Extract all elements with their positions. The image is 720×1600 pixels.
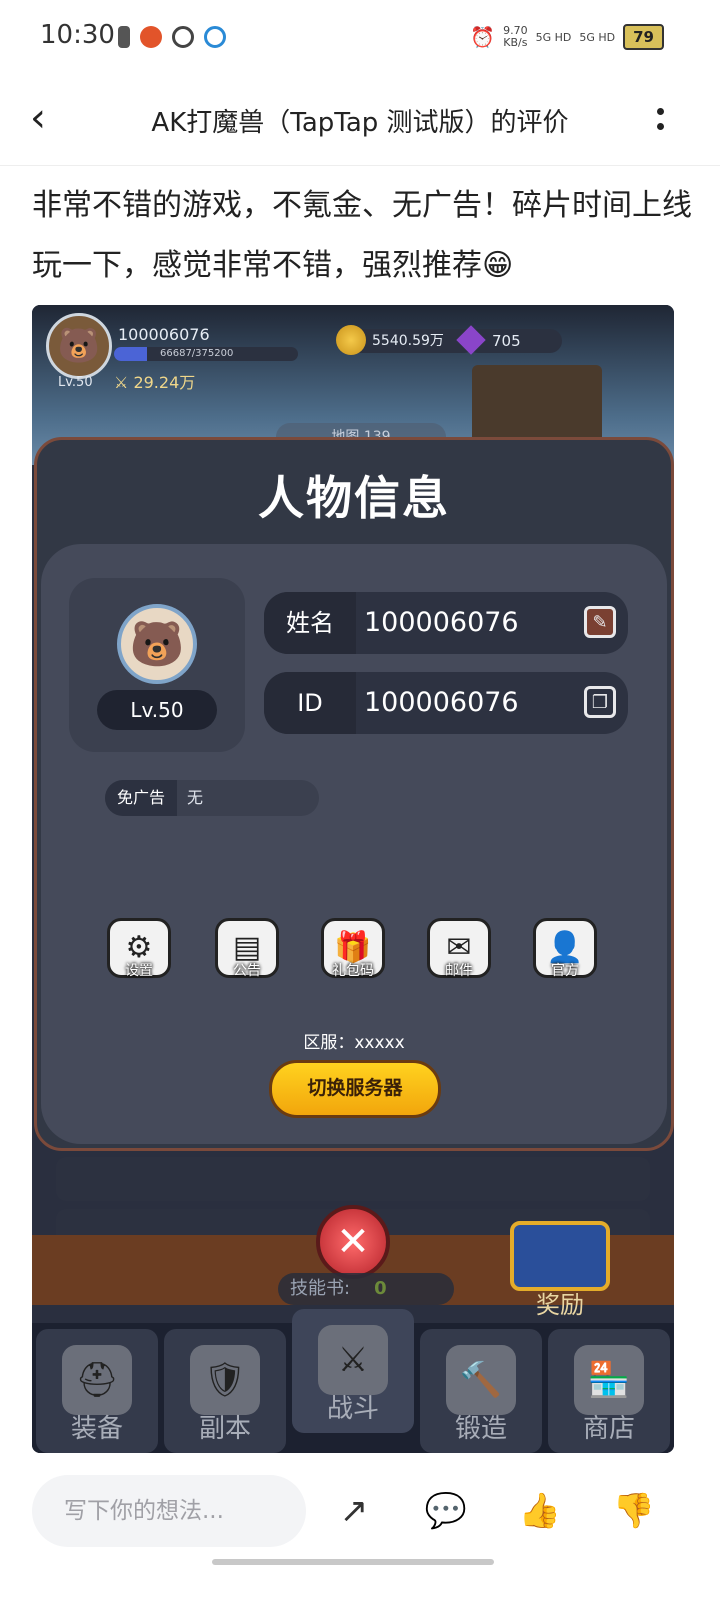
tab-dungeon[interactable]: 🛡 副本 <box>164 1329 286 1453</box>
no-ads-label: 免广告 <box>105 780 177 816</box>
tab-forge[interactable]: 🔨 锻造 <box>420 1329 542 1453</box>
id-field: ID 100006076 ❐ <box>264 672 628 734</box>
comment-input[interactable] <box>32 1475 306 1547</box>
close-button[interactable]: ✕ <box>316 1205 390 1279</box>
treasure-chest-icon[interactable] <box>510 1221 610 1291</box>
edit-icon[interactable]: ✎ <box>584 606 616 638</box>
home-indicator <box>212 1559 494 1565</box>
profile-avatar: 🐻 <box>117 604 197 684</box>
chevron-left-icon: ‹ <box>30 95 46 141</box>
gold-coin-icon <box>336 325 366 355</box>
bear-icon: 🐻 <box>57 326 101 366</box>
chat-notification-icon <box>204 26 226 48</box>
copy-icon[interactable]: ❐ <box>584 686 616 718</box>
more-dot-icon <box>656 108 664 115</box>
player-level: Lv.50 <box>58 375 93 390</box>
comment-icon[interactable]: 💬 <box>424 1489 468 1533</box>
settings-button[interactable]: ⚙ 设置 <box>103 918 175 990</box>
no-ads-status: 免广告 无 <box>105 780 319 816</box>
net-speed: 9.70 KB/s <box>503 24 528 49</box>
profile-card: 🐻 Lv.50 <box>69 578 245 752</box>
player-avatar: 🐻 <box>46 313 112 379</box>
no-ads-value: 无 <box>187 788 204 807</box>
shop-icon: 🏪 <box>574 1345 644 1415</box>
back-button[interactable]: ‹ <box>30 96 74 140</box>
mail-button[interactable]: ✉ 邮件 <box>423 918 495 990</box>
crossed-swords-icon: ⚔ <box>318 1325 388 1395</box>
official-button[interactable]: 👤 官方 <box>529 918 601 990</box>
tab-battle[interactable]: ⚔ 战斗 <box>292 1309 414 1433</box>
hammer-scroll-icon: 🔨 <box>446 1345 516 1415</box>
page-title: AK打魔兽（TapTap 测试版）的评价 <box>151 108 569 138</box>
modal-menu: ⚙ 设置 ▤ 公告 🎁 礼包码 ✉ 邮件 👤 官方 <box>103 918 603 990</box>
list-item <box>56 1157 650 1201</box>
clock: 10:30 <box>40 20 115 50</box>
sword-shield-icon: 🛡 <box>190 1345 260 1415</box>
name-field: 姓名 100006076 ✎ <box>264 592 628 654</box>
xp-text: 66687/375200 <box>160 348 234 359</box>
status-bar: 10:30 ⏰ 9.70 KB/s 5G HD 5G HD 79 <box>0 0 720 76</box>
notification-icons <box>118 26 226 48</box>
more-options-button[interactable] <box>650 104 670 140</box>
name-value: 100006076 <box>364 607 519 638</box>
signal-2: 5G HD <box>579 30 616 44</box>
bear-icon: 🐻 <box>129 619 185 670</box>
id-value: 100006076 <box>364 687 519 718</box>
share-icon[interactable]: ↗ <box>332 1489 376 1533</box>
tab-equipment[interactable]: ⛑ 装备 <box>36 1329 158 1453</box>
sync-icon <box>172 26 194 48</box>
bottom-action-bar: ↗ 💬 👍 👎 <box>0 1455 720 1600</box>
modal-title: 人物信息 <box>258 471 450 525</box>
more-dot-icon <box>656 123 664 130</box>
helmet-icon: ⛑ <box>62 1345 132 1415</box>
signal-1: 5G HD <box>535 30 572 44</box>
id-label: ID <box>264 672 356 734</box>
gift-code-button[interactable]: 🎁 礼包码 <box>317 918 389 990</box>
skill-book-counter: 技能书: 0 <box>278 1273 454 1305</box>
thumbs-down-icon[interactable]: 👎 <box>612 1489 656 1533</box>
battery-indicator: 79 <box>623 24 664 50</box>
review-screenshot[interactable]: 🐻 Lv.50 100006076 66687/375200 ⚔ 29.24万 … <box>32 305 674 1453</box>
thumbs-up-icon[interactable]: 👍 <box>518 1489 562 1533</box>
notice-button[interactable]: ▤ 公告 <box>211 918 283 990</box>
player-id: 100006076 <box>118 325 210 344</box>
status-right: ⏰ 9.70 KB/s 5G HD 5G HD 79 <box>470 24 664 50</box>
tab-shop[interactable]: 🏪 商店 <box>548 1329 670 1453</box>
name-label: 姓名 <box>264 592 356 654</box>
app-header: ‹ AK打魔兽（TapTap 测试版）的评价 <box>0 76 720 166</box>
profile-level-badge: Lv.50 <box>97 690 217 730</box>
switch-server-button[interactable]: 切换服务器 <box>269 1060 441 1118</box>
character-info-modal: 人物信息 🐻 Lv.50 姓名 100006076 ✎ ID 100006076… <box>34 437 674 1151</box>
review-text: 非常不错的游戏，不氪金、无广告！碎片时间上线玩一下，感觉非常不错，强烈推荐😁 <box>32 188 692 283</box>
combat-power: ⚔ 29.24万 <box>114 373 196 392</box>
app-notification-icon <box>140 26 162 48</box>
alarm-icon: ⏰ <box>470 25 496 49</box>
xp-bar-fill <box>114 347 148 361</box>
game-tab-bar: ⛑ 装备 🛡 副本 ⚔ 战斗 🔨 锻造 🏪 商店 <box>32 1309 674 1453</box>
music-icon <box>118 26 130 48</box>
server-text: 区服：xxxxx <box>303 1033 405 1053</box>
reward-label: 奖励 <box>536 1291 584 1319</box>
